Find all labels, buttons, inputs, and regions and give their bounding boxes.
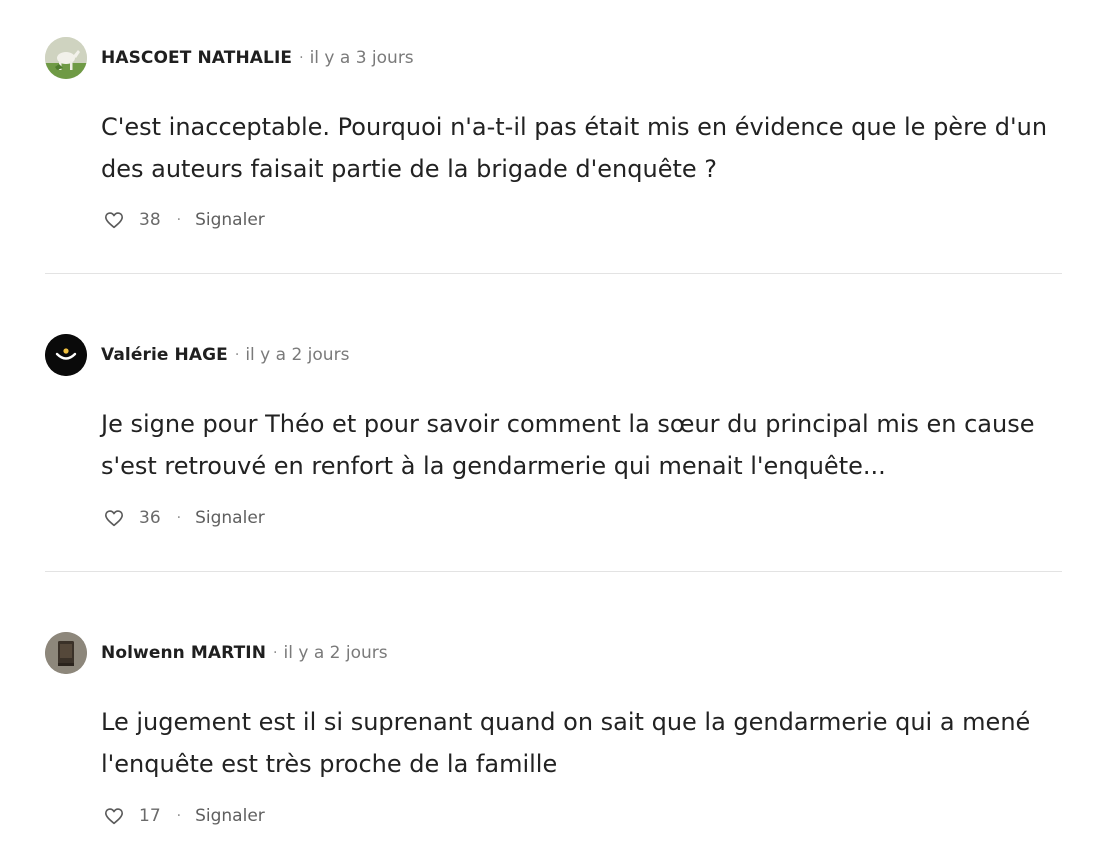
separator-dot: · bbox=[234, 347, 240, 363]
comment: Nolwenn MARTIN · il y a 2 jours Le jugem… bbox=[45, 631, 1062, 831]
separator-dot: · bbox=[176, 808, 182, 824]
comment-text: Le jugement est il si suprenant quand on… bbox=[101, 708, 1031, 778]
book-avatar-icon bbox=[45, 632, 87, 674]
report-link[interactable]: Signaler bbox=[195, 210, 265, 230]
separator-dot: · bbox=[299, 50, 304, 66]
user-avatar[interactable] bbox=[45, 334, 87, 376]
comment-text: C'est inacceptable. Pourquoi n'a-t-il pa… bbox=[101, 113, 1048, 183]
like-button[interactable]: 36 bbox=[104, 508, 161, 528]
user-avatar[interactable] bbox=[45, 632, 87, 674]
author-name[interactable]: HASCOET NATHALIE bbox=[101, 48, 292, 68]
author-name[interactable]: Valérie HAGE bbox=[101, 345, 228, 365]
comment: Valérie HAGE · il y a 2 jours Je signe p… bbox=[45, 333, 1062, 533]
separator-dot: · bbox=[273, 645, 278, 661]
comment-header: HASCOET NATHALIE · il y a 3 jours bbox=[45, 36, 414, 80]
report-link[interactable]: Signaler bbox=[195, 806, 265, 826]
comment-actions: 36 · Signaler bbox=[104, 503, 265, 533]
horse-avatar-icon bbox=[45, 37, 87, 79]
timestamp: il y a 2 jours bbox=[245, 345, 350, 365]
author-name[interactable]: Nolwenn MARTIN bbox=[101, 643, 266, 663]
like-count: 36 bbox=[139, 508, 161, 528]
comment-header: Valérie HAGE · il y a 2 jours bbox=[45, 333, 349, 377]
comment-divider bbox=[45, 571, 1062, 572]
separator-dot: · bbox=[176, 212, 182, 228]
heart-icon bbox=[105, 808, 123, 825]
heart-icon bbox=[105, 510, 123, 527]
comment: HASCOET NATHALIE · il y a 3 jours C'est … bbox=[45, 36, 1062, 236]
comment-header: Nolwenn MARTIN · il y a 2 jours bbox=[45, 631, 388, 675]
heart-icon bbox=[105, 212, 123, 229]
timestamp: il y a 3 jours bbox=[309, 48, 414, 68]
user-avatar[interactable] bbox=[45, 37, 87, 79]
separator-dot: · bbox=[176, 510, 182, 526]
comment-actions: 17 · Signaler bbox=[104, 801, 265, 831]
like-count: 17 bbox=[139, 806, 161, 826]
comment-text: Je signe pour Théo et pour savoir commen… bbox=[101, 410, 1035, 480]
comment-actions: 38 · Signaler bbox=[104, 205, 265, 235]
smile-avatar-icon bbox=[45, 334, 87, 376]
like-button[interactable]: 17 bbox=[104, 806, 161, 826]
comment-divider bbox=[45, 273, 1062, 274]
like-count: 38 bbox=[139, 210, 161, 230]
like-button[interactable]: 38 bbox=[104, 210, 161, 230]
timestamp: il y a 2 jours bbox=[283, 643, 388, 663]
report-link[interactable]: Signaler bbox=[195, 508, 265, 528]
